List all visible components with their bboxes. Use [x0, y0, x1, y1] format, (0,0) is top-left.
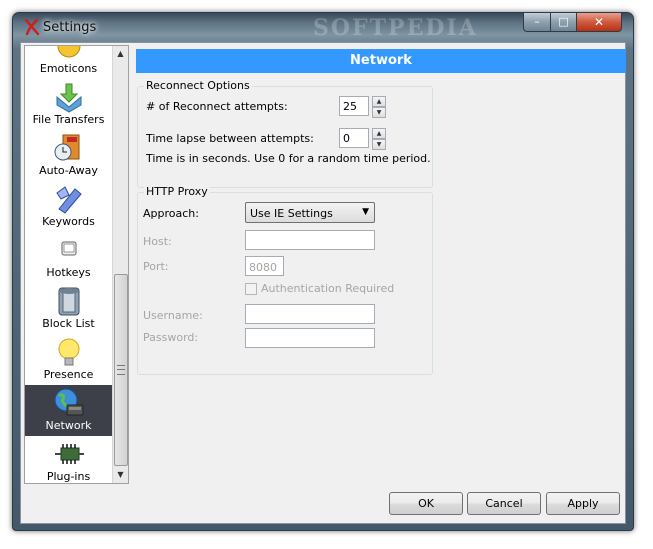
password-input[interactable]: [245, 328, 375, 348]
sidebar-item-label: Emoticons: [39, 62, 98, 75]
sidebar-item-plug-ins[interactable]: Plug-ins: [25, 436, 112, 483]
http-proxy-group: HTTP Proxy Approach: Use IE Settings ▼ H…: [137, 185, 433, 375]
sidebar-item-label: File Transfers: [32, 113, 105, 126]
close-button[interactable]: ✕: [576, 13, 622, 32]
dialog-body: Emoticons File Transfers Auto-Away Keywo…: [20, 42, 626, 524]
stepper-up-icon[interactable]: ▲: [372, 96, 386, 107]
emoticons-icon: [57, 46, 81, 58]
port-input[interactable]: 8080: [245, 256, 284, 276]
apply-button[interactable]: Apply: [546, 492, 620, 515]
sidebar-item-label: Block List: [42, 317, 95, 330]
approach-label: Approach:: [143, 207, 199, 220]
sidebar-item-file-transfers[interactable]: File Transfers: [25, 79, 112, 130]
network-icon: [54, 388, 84, 416]
scroll-thumb[interactable]: [114, 274, 128, 466]
category-sidebar: Emoticons File Transfers Auto-Away Keywo…: [24, 45, 129, 484]
approach-select[interactable]: Use IE Settings ▼: [245, 202, 375, 223]
sidebar-item-label: Keywords: [42, 215, 95, 228]
hotkeys-icon: [61, 241, 77, 256]
keywords-icon: [56, 186, 82, 214]
time-lapse-stepper[interactable]: ▲ ▼: [372, 128, 386, 150]
sidebar-item-emoticons[interactable]: Emoticons: [25, 46, 112, 79]
ok-button[interactable]: OK: [389, 492, 463, 515]
reconnect-attempts-stepper[interactable]: ▲ ▼: [372, 96, 386, 118]
stepper-up-icon[interactable]: ▲: [372, 128, 386, 139]
approach-select-value: Use IE Settings: [250, 207, 333, 220]
group-legend: Reconnect Options: [144, 79, 252, 92]
auto-away-icon: [54, 134, 80, 161]
sidebar-item-label: Auto-Away: [39, 164, 98, 177]
time-lapse-input[interactable]: 0: [339, 128, 369, 148]
minimize-button[interactable]: –: [523, 13, 551, 32]
sidebar-item-label: Presence: [43, 368, 94, 381]
sidebar-item-block-list[interactable]: Block List: [25, 283, 112, 334]
cancel-button[interactable]: Cancel: [467, 492, 541, 515]
settings-window: Settings SOFTPEDIA – □ ✕ Emoticons File …: [12, 12, 634, 531]
username-input[interactable]: [245, 304, 375, 324]
sidebar-item-presence[interactable]: Presence: [25, 334, 112, 385]
sidebar-scrollbar[interactable]: ▲ ▼: [112, 46, 128, 483]
maximize-button[interactable]: □: [550, 13, 577, 32]
watermark: SOFTPEDIA: [313, 15, 478, 41]
scroll-down-button[interactable]: ▼: [113, 467, 128, 483]
page-title: Network: [136, 49, 626, 73]
port-label: Port:: [143, 260, 169, 273]
sidebar-item-label: Hotkeys: [46, 266, 91, 279]
grip-icon: [117, 365, 125, 375]
authentication-label: Authentication Required: [261, 282, 395, 295]
reconnect-options-group: Reconnect Options # of Reconnect attempt…: [137, 79, 433, 188]
presence-icon: [58, 338, 80, 366]
sidebar-item-label: Network: [45, 419, 92, 432]
app-logo-icon: [24, 18, 40, 36]
title-bar[interactable]: Settings SOFTPEDIA – □ ✕: [13, 13, 633, 43]
password-label: Password:: [143, 331, 199, 344]
block-list-icon: [58, 287, 80, 316]
sidebar-item-hotkeys[interactable]: Hotkeys: [25, 232, 112, 283]
chevron-down-icon: ▼: [362, 207, 369, 217]
host-input[interactable]: [245, 230, 375, 250]
time-lapse-label: Time lapse between attempts:: [146, 132, 314, 145]
username-label: Username:: [143, 309, 203, 322]
host-label: Host:: [143, 235, 172, 248]
reconnect-attempts-input[interactable]: 25: [339, 96, 369, 116]
stepper-down-icon[interactable]: ▼: [372, 107, 386, 118]
sidebar-item-auto-away[interactable]: Auto-Away: [25, 130, 112, 181]
plug-ins-icon: [55, 444, 84, 464]
stepper-down-icon[interactable]: ▼: [372, 139, 386, 150]
sidebar-item-keywords[interactable]: Keywords: [25, 181, 112, 232]
sidebar-item-label: Plug-ins: [46, 470, 91, 483]
group-legend: HTTP Proxy: [144, 185, 210, 198]
window-title: Settings: [43, 20, 97, 35]
file-transfers-icon: [56, 83, 82, 113]
reconnect-attempts-label: # of Reconnect attempts:: [146, 100, 288, 113]
time-lapse-note: Time is in seconds. Use 0 for a random t…: [146, 152, 431, 165]
scroll-up-button[interactable]: ▲: [113, 46, 128, 62]
authentication-checkbox[interactable]: [245, 283, 257, 295]
sidebar-item-network[interactable]: Network: [25, 385, 112, 436]
